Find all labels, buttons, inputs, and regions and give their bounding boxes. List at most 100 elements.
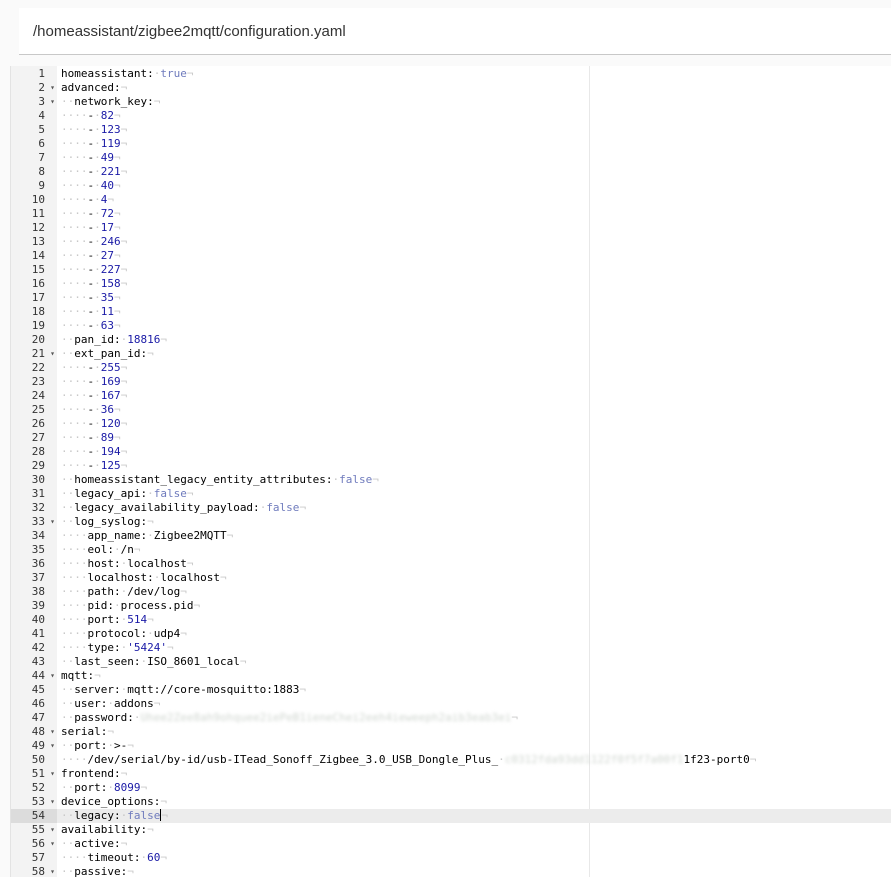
fold-toggle-icon[interactable]: ▾ bbox=[50, 865, 55, 877]
code-line[interactable]: 20 ··pan_id:·18816¬ bbox=[11, 333, 891, 347]
line-content[interactable]: ····-·221¬ bbox=[61, 165, 127, 179]
code-line[interactable]: 16 ····-·158¬ bbox=[11, 277, 891, 291]
line-content[interactable]: ····-·82¬ bbox=[61, 109, 121, 123]
code-line[interactable]: 19 ····-·63¬ bbox=[11, 319, 891, 333]
code-line[interactable]: 44 ▾ mqtt:¬ bbox=[11, 669, 891, 683]
line-content[interactable]: ····-·119¬ bbox=[61, 137, 127, 151]
code-line[interactable]: 35 ····eol:·/n¬ bbox=[11, 543, 891, 557]
line-content[interactable]: ····protocol:·udp4¬ bbox=[61, 627, 187, 641]
line-content[interactable]: ··active:¬ bbox=[61, 837, 127, 851]
line-content[interactable]: ··last_seen:·ISO_8601_local¬ bbox=[61, 655, 246, 669]
line-content[interactable]: ··ext_pan_id:¬ bbox=[61, 347, 154, 361]
line-content[interactable]: ··port:·8099¬ bbox=[61, 781, 147, 795]
line-content[interactable]: ··password:·Uhee2Zee8ah9ohquee2iePeB1ien… bbox=[61, 711, 518, 725]
line-content[interactable]: ····-·40¬ bbox=[61, 179, 121, 193]
line-content[interactable]: ··legacy_api:·false¬ bbox=[61, 487, 193, 501]
code-line[interactable]: 46 ··user:·addons¬ bbox=[11, 697, 891, 711]
fold-toggle-icon[interactable]: ▾ bbox=[50, 95, 55, 109]
line-content[interactable]: ··passive:¬ bbox=[61, 865, 134, 877]
line-content[interactable]: ····-·17¬ bbox=[61, 221, 121, 235]
code-line[interactable]: 48 ▾ serial:¬ bbox=[11, 725, 891, 739]
fold-toggle-icon[interactable]: ▾ bbox=[50, 515, 55, 529]
fold-toggle-icon[interactable]: ▾ bbox=[50, 81, 55, 95]
line-content[interactable]: ··legacy:·false¬ bbox=[61, 809, 168, 823]
line-content[interactable]: ····-·158¬ bbox=[61, 277, 127, 291]
fold-toggle-icon[interactable]: ▾ bbox=[50, 725, 55, 739]
line-content[interactable]: ····-·194¬ bbox=[61, 445, 127, 459]
line-content[interactable]: ··server:·mqtt://core-mosquitto:1883¬ bbox=[61, 683, 306, 697]
code-line[interactable]: 50 ····/dev/serial/by-id/usb-ITead_Sonoff… bbox=[11, 753, 891, 767]
code-line[interactable]: 24 ····-·167¬ bbox=[11, 389, 891, 403]
line-content[interactable]: ····-·125¬ bbox=[61, 459, 127, 473]
line-content[interactable]: ····-·123¬ bbox=[61, 123, 127, 137]
line-content[interactable]: ····path:·/dev/log¬ bbox=[61, 585, 187, 599]
code-line[interactable]: 32 ··legacy_availability_payload:·false¬ bbox=[11, 501, 891, 515]
line-content[interactable]: ····-·63¬ bbox=[61, 319, 121, 333]
line-content[interactable]: ····-·246¬ bbox=[61, 235, 127, 249]
code-line[interactable]: 13 ····-·246¬ bbox=[11, 235, 891, 249]
code-line[interactable]: 45 ··server:·mqtt://core-mosquitto:1883¬ bbox=[11, 683, 891, 697]
line-content[interactable]: ····app_name:·Zigbee2MQTT¬ bbox=[61, 529, 233, 543]
code-line[interactable]: 21 ▾ ··ext_pan_id:¬ bbox=[11, 347, 891, 361]
code-line[interactable]: 34 ····app_name:·Zigbee2MQTT¬ bbox=[11, 529, 891, 543]
code-line[interactable]: 47 ··password:·Uhee2Zee8ah9ohquee2iePeB1i… bbox=[11, 711, 891, 725]
code-line[interactable]: 2 ▾ advanced:¬ bbox=[11, 81, 891, 95]
line-content[interactable]: ··log_syslog:¬ bbox=[61, 515, 154, 529]
code-line[interactable]: 37 ····localhost:·localhost¬ bbox=[11, 571, 891, 585]
code-line[interactable]: 28 ····-·194¬ bbox=[11, 445, 891, 459]
line-content[interactable]: advanced:¬ bbox=[61, 81, 127, 95]
line-content[interactable]: ····-·169¬ bbox=[61, 375, 127, 389]
line-content[interactable]: ····-·4¬ bbox=[61, 193, 114, 207]
line-content[interactable]: availability:¬ bbox=[61, 823, 154, 837]
line-content[interactable]: ··legacy_availability_payload:·false¬ bbox=[61, 501, 306, 515]
line-content[interactable]: ····-·72¬ bbox=[61, 207, 121, 221]
code-line[interactable]: 6 ····-·119¬ bbox=[11, 137, 891, 151]
line-content[interactable]: ····-·36¬ bbox=[61, 403, 121, 417]
code-line[interactable]: 38 ····path:·/dev/log¬ bbox=[11, 585, 891, 599]
code-line[interactable]: 25 ····-·36¬ bbox=[11, 403, 891, 417]
code-line[interactable]: 36 ····host:·localhost¬ bbox=[11, 557, 891, 571]
code-line[interactable]: 15 ····-·227¬ bbox=[11, 263, 891, 277]
line-content[interactable]: ··user:·addons¬ bbox=[61, 697, 160, 711]
code-line[interactable]: 4 ····-·82¬ bbox=[11, 109, 891, 123]
line-content[interactable]: ····localhost:·localhost¬ bbox=[61, 571, 227, 585]
line-content[interactable]: ····eol:·/n¬ bbox=[61, 543, 141, 557]
code-line[interactable]: 3 ▾ ··network_key:¬ bbox=[11, 95, 891, 109]
code-line[interactable]: 40 ····port:·514¬ bbox=[11, 613, 891, 627]
code-line[interactable]: 8 ····-·221¬ bbox=[11, 165, 891, 179]
line-content[interactable]: ····-·120¬ bbox=[61, 417, 127, 431]
code-line[interactable]: 58 ▾ ··passive:¬ bbox=[11, 865, 891, 877]
fold-toggle-icon[interactable]: ▾ bbox=[50, 837, 55, 851]
line-content[interactable]: ··pan_id:·18816¬ bbox=[61, 333, 167, 347]
code-line[interactable]: 14 ····-·27¬ bbox=[11, 249, 891, 263]
code-line[interactable]: 22 ····-·255¬ bbox=[11, 361, 891, 375]
code-line[interactable]: 29 ····-·125¬ bbox=[11, 459, 891, 473]
line-content[interactable]: ··network_key:¬ bbox=[61, 95, 160, 109]
code-line[interactable]: 23 ····-·169¬ bbox=[11, 375, 891, 389]
code-line[interactable]: 53 ▾ device_options:¬ bbox=[11, 795, 891, 809]
code-line[interactable]: 10 ····-·4¬ bbox=[11, 193, 891, 207]
code-line[interactable]: 26 ····-·120¬ bbox=[11, 417, 891, 431]
fold-toggle-icon[interactable]: ▾ bbox=[50, 669, 55, 683]
code-line[interactable]: 1 homeassistant:·true¬ bbox=[11, 67, 891, 81]
line-content[interactable]: ··homeassistant_legacy_entity_attributes… bbox=[61, 473, 379, 487]
code-line[interactable]: 55 ▾ availability:¬ bbox=[11, 823, 891, 837]
line-content[interactable]: serial:¬ bbox=[61, 725, 114, 739]
code-editor[interactable]: 1 homeassistant:·true¬ 2 ▾ advanced:¬ 3 ▾ ··net… bbox=[10, 66, 891, 877]
line-content[interactable]: ····timeout:·60¬ bbox=[61, 851, 167, 865]
line-content[interactable]: ····-·11¬ bbox=[61, 305, 121, 319]
code-line[interactable]: 39 ····pid:·process.pid¬ bbox=[11, 599, 891, 613]
fold-toggle-icon[interactable]: ▾ bbox=[50, 795, 55, 809]
line-content[interactable]: ····port:·514¬ bbox=[61, 613, 154, 627]
code-line[interactable]: 30 ··homeassistant_legacy_entity_attribut… bbox=[11, 473, 891, 487]
code-line[interactable]: 17 ····-·35¬ bbox=[11, 291, 891, 305]
code-line[interactable]: 57 ····timeout:·60¬ bbox=[11, 851, 891, 865]
code-line[interactable]: 18 ····-·11¬ bbox=[11, 305, 891, 319]
code-line[interactable]: 56 ▾ ··active:¬ bbox=[11, 837, 891, 851]
code-line[interactable]: 9 ····-·40¬ bbox=[11, 179, 891, 193]
line-content[interactable]: ····type:·'5424'¬ bbox=[61, 641, 174, 655]
code-line[interactable]: 43 ··last_seen:·ISO_8601_local¬ bbox=[11, 655, 891, 669]
line-content[interactable]: ··port:·>-¬ bbox=[61, 739, 134, 753]
line-content[interactable]: ····-·167¬ bbox=[61, 389, 127, 403]
code-line[interactable]: 51 ▾ frontend:¬ bbox=[11, 767, 891, 781]
